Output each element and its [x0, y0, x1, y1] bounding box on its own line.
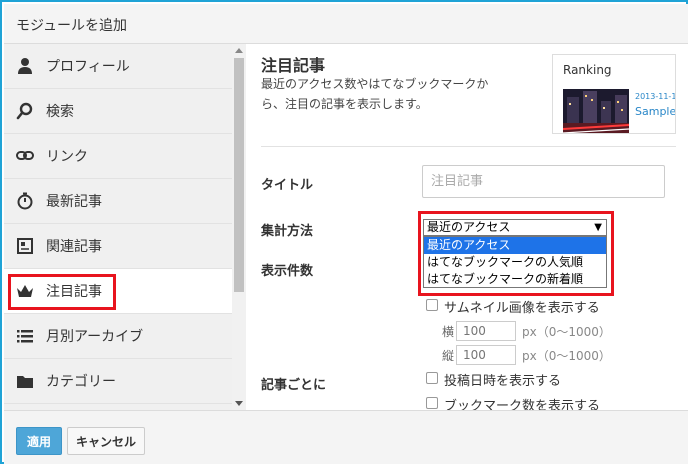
show-date-checkbox-label: 投稿日時を表示する — [444, 374, 562, 389]
preview-date: 2013-11-1 — [635, 92, 676, 101]
stopwatch-icon — [17, 192, 33, 210]
preview-title: Ranking — [563, 63, 612, 77]
sidebar-item-related[interactable]: 関連記事 — [4, 224, 232, 269]
sidebar-item-profile[interactable]: プロフィール — [4, 44, 232, 89]
sidebar-item-search[interactable]: 検索 — [4, 89, 232, 134]
method-field-label: 集計方法 — [261, 224, 314, 239]
module-dialog: モジュールを追加 プロフィール 検索 リンク 最新記事 関連記事 注目記事 月別… — [0, 0, 688, 464]
preview-thumbnail — [563, 89, 629, 133]
show-date-checkbox[interactable] — [426, 372, 438, 384]
title-field-label: タイトル — [261, 178, 314, 193]
width-unit: px（0〜1000） — [522, 325, 611, 339]
section-divider — [261, 146, 676, 147]
sidebar-item-category[interactable]: カテゴリー — [4, 359, 232, 404]
link-icon — [16, 151, 34, 160]
module-preview: Ranking 2013-11-1 Sample — [552, 54, 676, 134]
title-input[interactable] — [422, 165, 665, 198]
sidebar-scrollbar[interactable] — [232, 44, 246, 410]
folder-icon — [17, 376, 33, 388]
dialog-footer: 適用 キャンセル — [4, 410, 688, 464]
thumbnail-checkbox-label: サムネイル画像を表示する — [444, 301, 600, 316]
count-field-label: 表示件数 — [261, 264, 314, 279]
search-icon — [16, 102, 33, 120]
show-bookmarks-checkbox-label: ブックマーク数を表示する — [444, 399, 601, 410]
sidebar-item-label: 関連記事 — [46, 239, 102, 255]
cancel-button[interactable]: キャンセル — [67, 427, 145, 455]
sidebar-item-link[interactable]: リンク — [4, 134, 232, 179]
sidebar-item-label: 最新記事 — [46, 194, 102, 210]
sidebar-item-label: カテゴリー — [46, 374, 116, 390]
newspaper-icon — [17, 238, 33, 254]
list-icon — [17, 330, 33, 343]
featured-highlight-box — [8, 274, 116, 310]
sidebar-item-label: リンク — [46, 149, 88, 165]
scroll-up-arrow-icon[interactable] — [235, 48, 243, 53]
sidebar-item-label: 月別アーカイブ — [46, 329, 144, 345]
dialog-title: モジュールを追加 — [16, 18, 128, 34]
apply-button[interactable]: 適用 — [16, 427, 62, 455]
dialog-titlebar: モジュールを追加 — [4, 4, 688, 44]
sidebar-item-recent[interactable]: 最新記事 — [4, 179, 232, 224]
module-description: 最近のアクセス数やはてなブックマークから、注目の記事を表示します。 — [261, 77, 489, 111]
method-highlight-box — [418, 211, 614, 296]
module-title: 注目記事 — [261, 56, 326, 75]
person-icon — [18, 58, 32, 74]
height-unit: px（0〜1000） — [522, 349, 611, 363]
sidebar-item-label: 検索 — [46, 104, 74, 120]
thumbnail-width-input[interactable] — [456, 321, 516, 341]
sidebar-item-archive[interactable]: 月別アーカイブ — [4, 314, 232, 359]
scroll-thumb[interactable] — [234, 58, 244, 292]
sidebar-item-label: プロフィール — [46, 59, 130, 75]
thumbnail-checkbox[interactable] — [426, 299, 438, 311]
preview-sample-link[interactable]: Sample — [635, 105, 675, 118]
height-label: 縦 — [442, 349, 455, 363]
night-city-image — [563, 89, 629, 133]
scroll-down-arrow-icon[interactable] — [235, 401, 243, 406]
thumbnail-height-input[interactable] — [456, 345, 516, 365]
module-settings-panel: 注目記事 最近のアクセス数やはてなブックマークから、注目の記事を表示します。 R… — [246, 44, 688, 410]
show-bookmarks-checkbox[interactable] — [426, 397, 438, 409]
width-label: 横 — [442, 325, 455, 339]
per-article-label: 記事ごとに — [261, 378, 327, 393]
module-sidebar: プロフィール 検索 リンク 最新記事 関連記事 注目記事 月別アーカイブ カテゴ… — [4, 44, 232, 410]
